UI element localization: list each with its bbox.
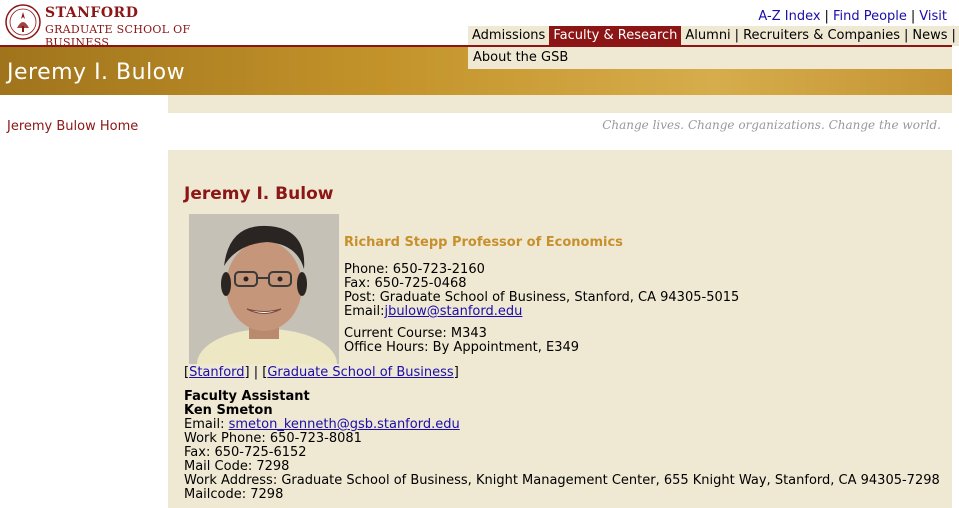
- main-nav: Admissions Faculty & Research Alumni | Recru…: [468, 26, 959, 46]
- sub-nav: About the GSB: [468, 47, 952, 69]
- page-banner: Jeremy I. Bulow About the GSB: [0, 47, 952, 95]
- faculty-email-link[interactable]: jbulow@stanford.edu: [384, 304, 522, 319]
- left-nav: Jeremy Bulow Home: [7, 119, 138, 134]
- logo-stanford-text: STANFORD: [45, 5, 139, 21]
- tan-strip: [168, 95, 952, 113]
- faculty-post: Post: Graduate School of Business, Stanf…: [344, 290, 740, 305]
- assistant-fax: Fax: 650-725-6152: [184, 445, 307, 460]
- assistant-work-phone: Work Phone: 650-723-8081: [184, 431, 362, 446]
- faculty-title: Richard Stepp Professor of Economics: [344, 235, 623, 250]
- faculty-name: Jeremy I. Bulow: [184, 184, 334, 204]
- assistant-email-label: Email:: [184, 417, 225, 432]
- faculty-office-hours: Office Hours: By Appointment, E349: [344, 340, 580, 355]
- jeremy-bulow-home-link[interactable]: Jeremy Bulow Home: [7, 119, 138, 134]
- faculty-email-label: Email:: [344, 304, 385, 319]
- visit-link[interactable]: Visit: [919, 9, 947, 24]
- top-bar: STANFORD GRADUATE SCHOOL OF BUSINESS A-Z…: [0, 0, 959, 52]
- assistant-email-row: Email: smeton_kenneth@gsb.stanford.edu: [184, 418, 940, 432]
- course-block: Current Course: M343 Office Hours: By Ap…: [344, 327, 739, 355]
- nav-admissions[interactable]: Admissions: [468, 26, 549, 46]
- banner-title: Jeremy I. Bulow: [7, 60, 186, 85]
- main-content: Jeremy I. Bulow Richard Stepp Professor …: [168, 150, 952, 508]
- faculty-photo: [189, 214, 339, 364]
- nav-alumni[interactable]: Alumni: [681, 26, 734, 46]
- nav-news[interactable]: News: [908, 26, 951, 46]
- stanford-seal-icon: [5, 4, 41, 40]
- assistant-work-address: Work Address: Graduate School of Busines…: [184, 473, 940, 488]
- affiliation-links: [Stanford] | [Graduate School of Busines…: [184, 365, 459, 380]
- faculty-email-row: Email:jbulow@stanford.edu: [344, 305, 739, 319]
- assistant-mailcode: Mailcode: 7298: [184, 487, 284, 502]
- tagline: Change lives. Change organizations. Chan…: [602, 118, 941, 132]
- find-people-link[interactable]: Find People: [833, 9, 907, 24]
- gsb-link[interactable]: Graduate School of Business: [267, 365, 453, 380]
- faculty-phone: Phone: 650-723-2160: [344, 262, 485, 277]
- nav-about-gsb[interactable]: About the GSB: [468, 47, 952, 69]
- assistant-mail-code: Mail Code: 7298: [184, 459, 290, 474]
- assistant-name: Ken Smeton: [184, 403, 273, 418]
- nav-faculty-research[interactable]: Faculty & Research: [549, 26, 682, 46]
- portrait-image: [189, 214, 339, 364]
- nav-recruiters-companies[interactable]: Recruiters & Companies: [739, 26, 904, 46]
- faculty-fax: Fax: 650-725-0468: [344, 276, 467, 291]
- assistant-heading: Faculty Assistant: [184, 389, 310, 404]
- faculty-details: Richard Stepp Professor of Economics Pho…: [344, 236, 739, 355]
- faculty-course: Current Course: M343: [344, 326, 487, 341]
- faculty-assistant: Faculty Assistant Ken Smeton Email: smet…: [184, 390, 940, 502]
- assistant-email-link[interactable]: smeton_kenneth@gsb.stanford.edu: [229, 417, 460, 432]
- stanford-gsb-logo[interactable]: STANFORD GRADUATE SCHOOL OF BUSINESS: [5, 4, 245, 52]
- stanford-link[interactable]: Stanford: [189, 365, 244, 380]
- az-index-link[interactable]: A-Z Index: [758, 9, 820, 24]
- utility-links: A-Z Index | Find People | Visit: [758, 9, 947, 24]
